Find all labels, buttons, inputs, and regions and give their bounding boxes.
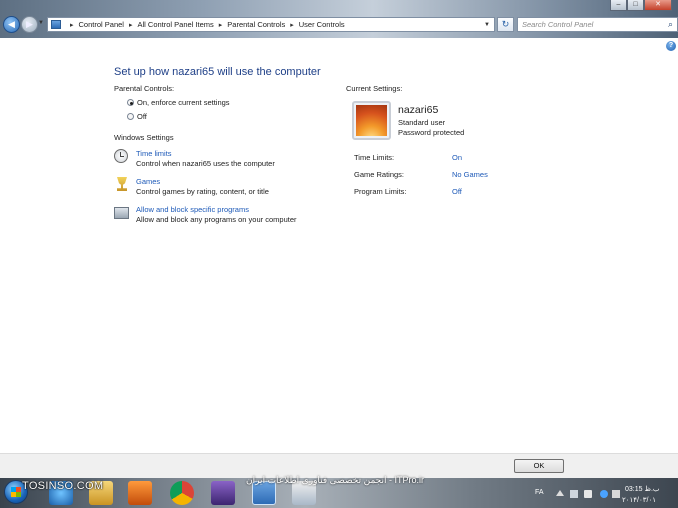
chevron-right-icon[interactable]: ▸ xyxy=(290,21,294,29)
dropbox-icon[interactable] xyxy=(600,490,608,498)
radio-parental-off[interactable]: Off xyxy=(127,112,147,121)
windows-settings-label: Windows Settings xyxy=(114,133,174,142)
ok-button[interactable]: OK xyxy=(514,459,564,473)
program-limits-label: Program Limits: xyxy=(354,187,407,196)
forward-arrow-icon: ▶ xyxy=(26,19,33,29)
minimize-button[interactable]: – xyxy=(610,0,627,11)
breadcrumb-parental-controls[interactable]: Parental Controls xyxy=(227,20,285,29)
network-icon[interactable] xyxy=(570,490,578,498)
search-icon[interactable]: ⌕ xyxy=(668,18,673,31)
current-settings-label: Current Settings: xyxy=(346,84,403,93)
radio-parental-on[interactable]: On, enforce current settings xyxy=(127,98,230,107)
games-description: Control games by rating, content, or tit… xyxy=(136,187,269,196)
parental-controls-label: Parental Controls: xyxy=(114,84,175,93)
volume-icon[interactable] xyxy=(612,490,620,498)
back-button[interactable]: ◀ xyxy=(3,16,20,33)
programs-description: Allow and block any programs on your com… xyxy=(136,215,297,224)
chevron-right-icon[interactable]: ▸ xyxy=(129,21,133,29)
programs-icon xyxy=(114,205,130,221)
language-indicator[interactable]: FA xyxy=(535,489,544,496)
page-title: Set up how nazari65 will use the compute… xyxy=(114,66,321,78)
avatar xyxy=(352,101,391,140)
time-limits-value: On xyxy=(452,153,463,162)
control-panel-icon xyxy=(51,20,61,29)
game-ratings-value: No Games xyxy=(452,170,488,179)
account-type: Standard user xyxy=(398,118,446,127)
radio-button[interactable] xyxy=(127,113,134,120)
password-status: Password protected xyxy=(398,128,465,137)
forward-button[interactable]: ▶ xyxy=(21,16,38,33)
setting-time-limits[interactable]: Time limits Control when nazari65 uses t… xyxy=(114,149,275,168)
window-controls: – □ ✕ xyxy=(610,0,672,11)
address-dropdown-icon[interactable]: ▼ xyxy=(484,22,490,28)
show-hidden-icons-icon[interactable] xyxy=(556,490,564,496)
help-icon[interactable]: ? xyxy=(666,41,676,51)
programs-link[interactable]: Allow and block specific programs xyxy=(136,205,297,214)
games-link[interactable]: Games xyxy=(136,177,269,186)
user-picture xyxy=(356,105,387,136)
refresh-button[interactable]: ↻ xyxy=(497,17,514,32)
game-ratings-label: Game Ratings: xyxy=(354,170,405,179)
radio-button-selected[interactable] xyxy=(127,99,134,106)
user-name: nazari65 xyxy=(398,104,439,116)
radio-label-on[interactable]: On, enforce current settings xyxy=(137,98,230,107)
games-icon xyxy=(114,177,130,193)
setting-games[interactable]: Games Control games by rating, content, … xyxy=(114,177,269,196)
radio-label-off[interactable]: Off xyxy=(137,112,147,121)
action-center-icon[interactable] xyxy=(584,490,592,498)
watermark-center: ITPro.ir - انجمن تخصصی فناوری اطلاعات ای… xyxy=(245,475,424,485)
breadcrumb-user-controls[interactable]: User Controls xyxy=(299,20,345,29)
setting-programs[interactable]: Allow and block specific programs Allow … xyxy=(114,205,297,224)
breadcrumb-control-panel[interactable]: Control Panel xyxy=(79,20,124,29)
clock-time[interactable]: 03:15 ب.ظ xyxy=(625,485,659,493)
chevron-right-icon[interactable]: ▸ xyxy=(219,21,223,29)
time-limits-label: Time Limits: xyxy=(354,153,395,162)
time-limits-description: Control when nazari65 uses the computer xyxy=(136,159,275,168)
clock-icon xyxy=(114,149,130,165)
refresh-icon: ↻ xyxy=(501,19,510,29)
chevron-right-icon[interactable]: ▸ xyxy=(70,21,74,29)
back-arrow-icon: ◀ xyxy=(8,19,15,29)
address-bar[interactable]: ▸ Control Panel ▸ All Control Panel Item… xyxy=(47,17,495,32)
search-input[interactable]: Search Control Panel ⌕ xyxy=(517,17,678,32)
clock-date[interactable]: ۲۰۱۴/۰۳/۰۱ xyxy=(622,496,656,504)
close-button[interactable]: ✕ xyxy=(644,0,672,11)
chrome-icon[interactable] xyxy=(170,481,194,505)
search-placeholder: Search Control Panel xyxy=(522,20,594,29)
recent-pages-dropdown-icon[interactable]: ▼ xyxy=(38,20,44,26)
watermark-left: TOSINSO.COM xyxy=(22,480,104,492)
time-limits-link[interactable]: Time limits xyxy=(136,149,275,158)
program-limits-value: Off xyxy=(452,187,462,196)
breadcrumb-all-items[interactable]: All Control Panel Items xyxy=(137,20,213,29)
maximize-button[interactable]: □ xyxy=(627,0,644,11)
media-player-icon[interactable] xyxy=(128,481,152,505)
